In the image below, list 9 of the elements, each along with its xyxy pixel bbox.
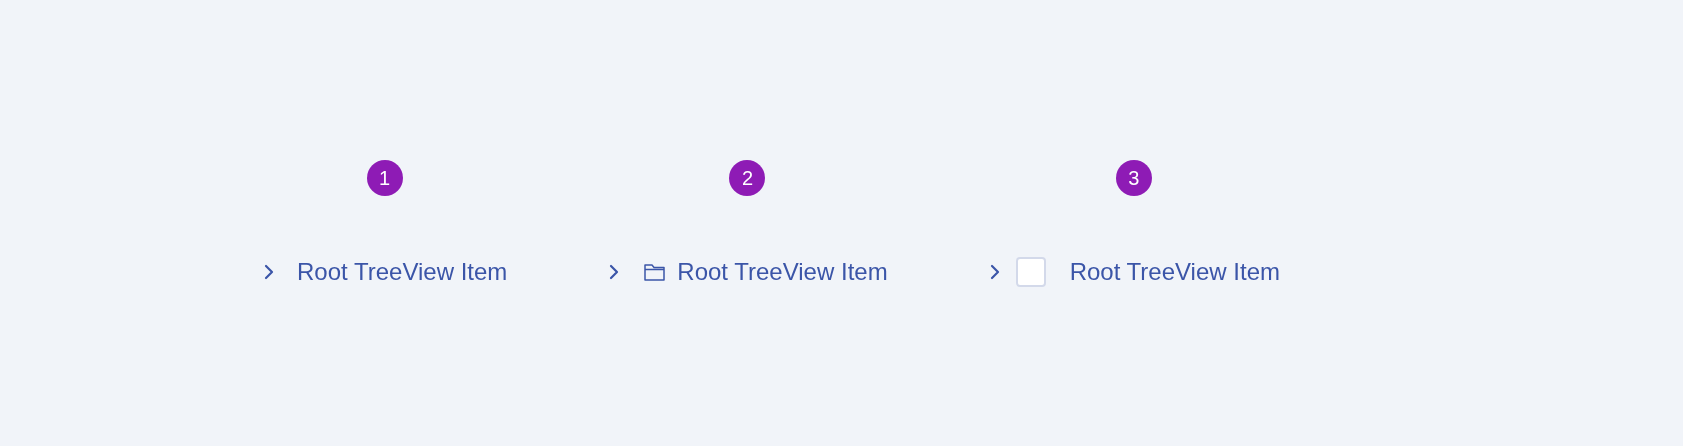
tree-item-label[interactable]: Root TreeView Item [297,254,508,290]
folder-icon [643,262,668,282]
tree-item-label[interactable]: Root TreeView Item [677,254,888,290]
step-badge: 3 [1115,160,1152,196]
tree-item-label[interactable]: Root TreeView Item [1069,254,1280,290]
chevron-right-icon[interactable] [262,262,276,282]
step-badge: 2 [729,160,766,196]
checkbox[interactable] [1015,257,1046,287]
step-badge: 1 [366,160,403,196]
